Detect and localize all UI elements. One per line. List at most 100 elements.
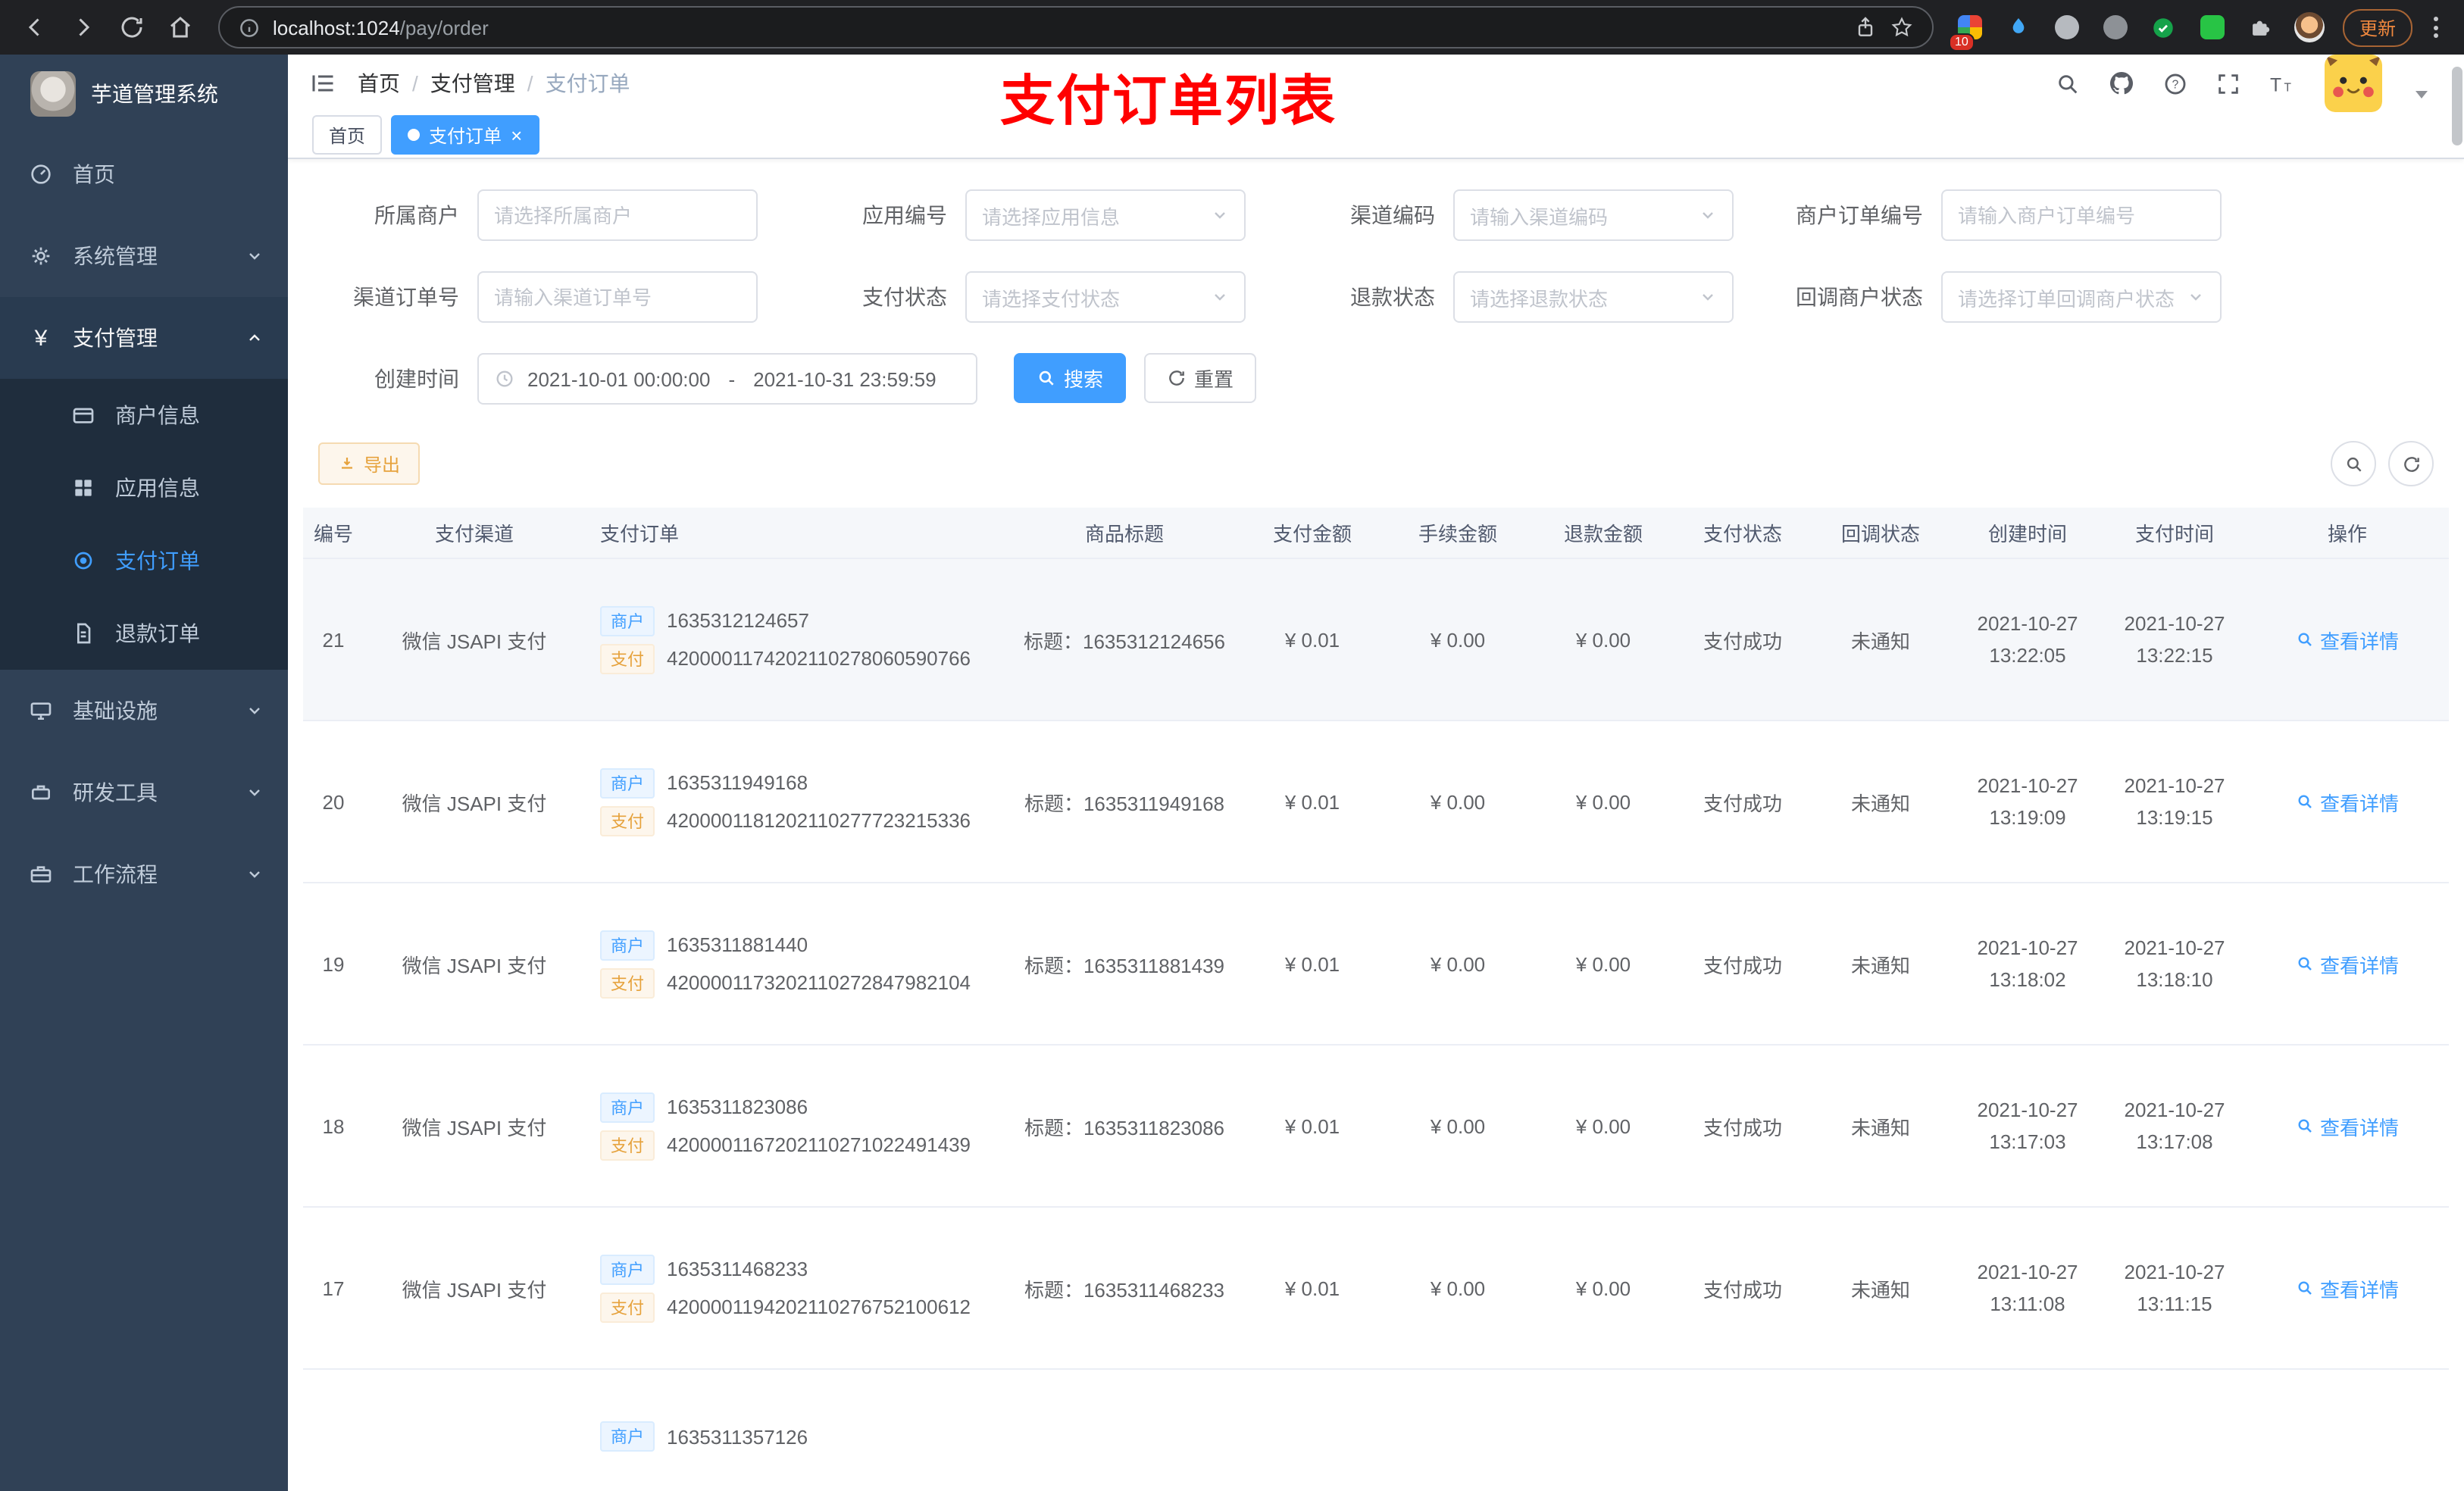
view-details-link[interactable]: 查看详情 [2246,1111,2449,1140]
cell-create-time: 2021-10-27 13:19:09 [1977,774,2078,829]
sidebar-item-label: 基础设施 [73,699,158,723]
cell-fee: ¥ 0.00 [1430,628,1486,651]
filter-label: 所属商户 [374,203,459,227]
user-avatar[interactable] [2325,55,2382,113]
chrome-update-button[interactable]: 更新 [2342,8,2412,46]
refund-status-select[interactable]: 请选择退款状态 [1453,271,1734,323]
chevron-down-icon [1215,294,1225,301]
merchant-order-no-input[interactable] [1941,189,2222,241]
sidebar-item-devtools[interactable]: 研发工具 [0,752,288,833]
dropdown-caret-icon[interactable] [2416,90,2428,98]
filter-channel-code: 渠道编码 请输入渠道编码 [1279,189,1752,241]
app-no-select[interactable]: 请选择应用信息 [965,189,1246,241]
url-bar[interactable]: localhost:1024/pay/order [218,6,1934,48]
fullscreen-icon[interactable] [2215,70,2241,96]
site-info-icon[interactable] [238,16,261,39]
view-details-link[interactable]: 查看详情 [2246,625,2449,654]
view-details-link[interactable]: 查看详情 [2246,949,2449,978]
search-icon[interactable] [2055,70,2081,96]
search-button[interactable]: 搜索 [1014,353,1127,403]
help-icon[interactable]: ? [2162,70,2188,96]
orders-table: 编号 支付渠道 支付订单 商品标题 支付金额 手续金额 退款金额 支付状态 回调… [303,508,2449,1491]
tags-view-bar: 首页 支付订单 × [288,112,2464,159]
breadcrumb-pay[interactable]: 支付管理 [430,68,515,98]
chevron-down-icon [245,247,264,265]
collapse-menu-icon[interactable] [309,70,336,97]
channel-no: 4200001181202110277723215336 [667,809,971,832]
forward-button[interactable] [64,8,103,47]
dashboard-icon [27,162,55,186]
home-button[interactable] [161,8,200,47]
hide-search-button[interactable] [2331,441,2376,486]
extension-badge: 10 [1948,33,1975,52]
filter-label: 支付状态 [862,285,947,309]
col-pay-order: 支付订单 [600,523,680,545]
reset-button[interactable]: 重置 [1144,353,1257,403]
col-pay-time: 支付时间 [2134,523,2214,545]
extension-green-icon[interactable] [2194,9,2231,45]
main-area: 首页 / 支付管理 / 支付订单 支付订单列表 ? T T 首页 支付订单 × … [288,55,2464,1491]
extension-colorful-icon[interactable]: 10 [1948,9,1988,52]
extension-gray-icon[interactable] [2049,9,2085,45]
refresh-table-button[interactable] [2388,441,2434,486]
view-details-link[interactable]: 查看详情 [2246,787,2449,816]
cell-status: 支付成功 [1703,1278,1782,1301]
credit-card-icon [70,403,97,427]
sidebar-item-infra[interactable]: 基础设施 [0,670,288,752]
pay-status-select[interactable]: 请选择支付状态 [965,271,1246,323]
github-icon[interactable] [2108,70,2135,97]
sidebar-item-label: 应用信息 [115,476,200,500]
tab-home[interactable]: 首页 [312,115,383,155]
active-dot-icon [408,129,421,142]
app-logo: 芋道管理系统 [0,55,288,133]
filter-label: 渠道订单号 [353,285,459,309]
extension-gray2-icon[interactable] [2097,9,2134,45]
merchant-input[interactable] [477,189,758,241]
merchant-no: 1635311468233 [667,1258,808,1280]
merchant-tag: 商户 [600,1254,655,1284]
reload-button[interactable] [112,8,152,47]
sidebar-item-refund-order[interactable]: 退款订单 [0,597,288,670]
extension-drop-icon[interactable] [2000,9,2037,45]
sidebar-item-label: 研发工具 [73,780,158,805]
home-icon [170,17,190,38]
refresh-icon [2403,456,2419,471]
channel-no: 4200001194202110276752100612 [667,1296,971,1318]
sidebar-item-workflow[interactable]: 工作流程 [0,833,288,915]
close-icon[interactable]: × [511,125,522,145]
col-create-time: 创建时间 [1987,523,2067,545]
browser-menu-icon[interactable] [2425,17,2446,38]
create-time-range-picker[interactable]: 2021-10-01 00:00:00 - 2021-10-31 23:59:5… [477,353,977,405]
date-end: 2021-10-31 23:59:59 [753,367,937,390]
channel-order-no-input[interactable] [477,271,758,323]
breadcrumb-home[interactable]: 首页 [358,68,400,98]
cell-pay-time: 2021-10-27 13:18:10 [2124,936,2225,991]
cell-title: 标题：1635312124656 [1024,630,1225,652]
sidebar-item-pay[interactable]: ¥ 支付管理 [0,297,288,379]
extension-check-icon[interactable] [2146,9,2182,45]
sidebar-item-pay-order[interactable]: 支付订单 [0,524,288,597]
cell-status: 支付成功 [1703,1116,1782,1139]
cell-create-time: 2021-10-27 13:11:08 [1977,1261,2078,1315]
merchant-tag: 商户 [600,1421,655,1452]
sidebar-item-merchant-info[interactable]: 商户信息 [0,379,288,452]
callback-status-select[interactable]: 请选择订单回调商户状态 [1941,271,2222,323]
share-icon[interactable] [1853,15,1878,39]
font-size-icon[interactable]: TT [2269,70,2297,96]
export-button[interactable]: 导出 [318,442,421,485]
channel-code-select[interactable]: 请输入渠道编码 [1453,189,1734,241]
scrollbar-thumb[interactable] [2452,67,2462,145]
sidebar-item-system[interactable]: 系统管理 [0,215,288,297]
back-button[interactable] [15,8,55,47]
extensions-puzzle-icon[interactable] [2243,9,2279,45]
bookmark-star-icon[interactable] [1890,15,1914,39]
sidebar-item-app-info[interactable]: 应用信息 [0,452,288,524]
profile-avatar[interactable] [2291,9,2328,45]
tab-pay-order[interactable]: 支付订单 × [391,115,539,155]
sidebar-item-label: 支付订单 [115,549,200,573]
cell-channel: 微信 JSAPI 支付 [402,1278,547,1301]
cell-status: 支付成功 [1703,792,1782,814]
cell-create-time: 2021-10-27 13:18:02 [1977,936,2078,991]
view-details-link[interactable]: 查看详情 [2246,1274,2449,1302]
sidebar-item-home[interactable]: 首页 [0,133,288,215]
